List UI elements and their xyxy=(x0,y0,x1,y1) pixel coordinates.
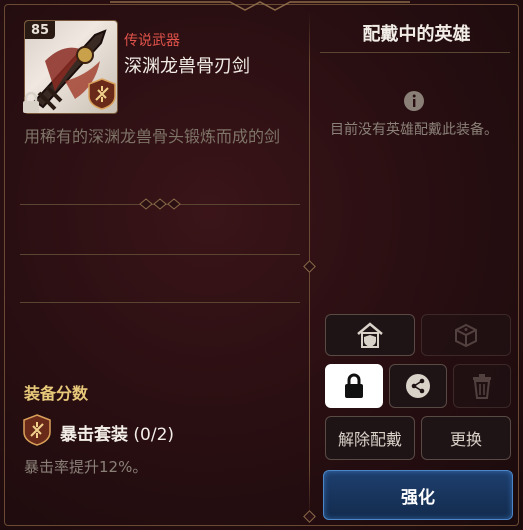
replace-button-label: 更换 xyxy=(449,430,482,449)
lock-toggle-button[interactable] xyxy=(325,364,383,408)
divider-ornament xyxy=(139,198,181,210)
section-divider xyxy=(20,302,300,303)
item-detail-window: 85 传说武器 深渊龙兽骨刃剑 用稀有的深渊龙兽骨头锻炼而成的剑 装备分数 暴击… xyxy=(0,0,523,530)
trash-icon xyxy=(473,374,491,399)
crit-set-icon xyxy=(23,414,51,446)
house-shield-icon xyxy=(357,322,383,348)
level-badge: 85 xyxy=(25,21,55,39)
share-icon xyxy=(406,374,430,398)
title-underline xyxy=(320,52,510,53)
item-name: 深渊龙兽骨刃剑 xyxy=(124,56,250,77)
set-name-label: 暴击套装 xyxy=(60,425,128,445)
lock-icon xyxy=(345,373,363,398)
hero-guard-button[interactable] xyxy=(325,314,415,356)
section-divider xyxy=(20,254,300,255)
set-name: 暴击套装 (0/2) xyxy=(60,420,174,445)
unequip-button[interactable]: 解除配戴 xyxy=(325,416,415,460)
replace-button[interactable]: 更换 xyxy=(421,416,511,460)
enhance-button-label: 强化 xyxy=(401,487,435,508)
item-description: 用稀有的深渊龙兽骨头锻炼而成的剑 xyxy=(24,127,281,146)
set-progress: (0/2) xyxy=(133,425,175,445)
enhance-button[interactable]: 强化 xyxy=(323,470,513,520)
no-hero-text: 目前没有英雄配戴此装备。 xyxy=(330,122,498,138)
dice-icon xyxy=(455,323,477,348)
info-icon xyxy=(404,91,424,111)
unequip-button-label: 解除配戴 xyxy=(337,430,402,449)
lock-icon xyxy=(23,92,39,113)
random-button[interactable] xyxy=(421,314,511,356)
top-ornament xyxy=(110,1,410,11)
set-effect: 暴击率提升12%。 xyxy=(24,458,148,476)
equipment-score-label: 装备分数 xyxy=(24,384,89,403)
item-rarity: 传说武器 xyxy=(124,33,180,49)
crit-set-icon xyxy=(88,78,116,110)
share-button[interactable] xyxy=(389,364,447,408)
delete-button[interactable] xyxy=(453,364,511,408)
equipped-hero-title: 配戴中的英雄 xyxy=(362,24,471,45)
